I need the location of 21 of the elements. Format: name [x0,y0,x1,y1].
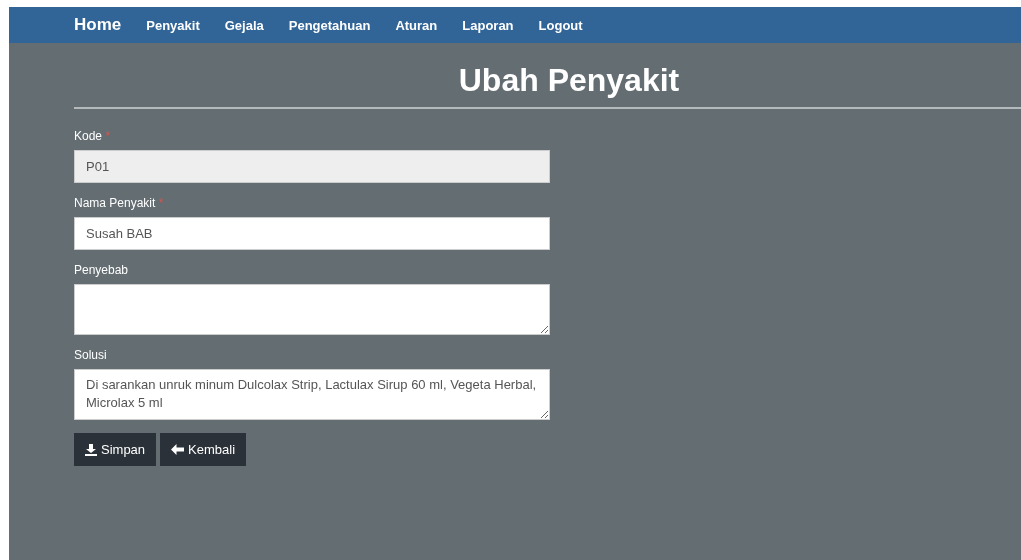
field-label: Kode [74,129,103,143]
save-button[interactable]: Simpan [74,433,157,466]
field-label: Nama Penyakit [74,196,156,210]
nav-link[interactable]: Aturan [395,17,438,33]
download-icon [85,443,97,456]
nav-link[interactable]: Penyakit [146,17,200,33]
arrow-left-icon [171,444,185,455]
required-mark: * [158,196,164,210]
text-area[interactable] [74,284,550,335]
nav-link[interactable]: Pengetahuan [288,17,371,33]
field-label: Penyebab [74,263,129,277]
nav-link[interactable]: Logout [538,17,583,33]
required-mark: * [105,129,111,143]
page-title: Ubah Penyakit [457,61,681,100]
input-field[interactable]: Susah BAB [74,217,550,250]
back-button[interactable]: Kembali [160,433,247,466]
home-link[interactable]: Home [74,15,122,35]
text-area[interactable]: Di sarankan unruk minum Dulcolax Strip, Lactulax Sirup 60 ml, Vegeta Herbal, Microlax 5 ml [74,369,550,420]
field-label: Solusi [74,348,107,362]
nav-link[interactable]: Laporan [462,17,514,33]
nav-link[interactable]: Gejala [224,17,264,33]
